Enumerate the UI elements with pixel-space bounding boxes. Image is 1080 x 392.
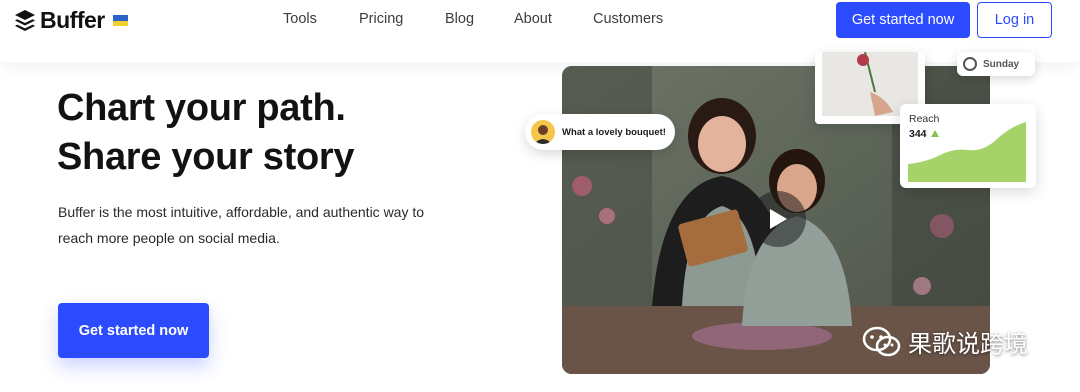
comment-bubble: What a lovely bouquet! [525,114,675,150]
schedule-day-label: Sunday [983,58,1020,70]
hero-headline: Chart your path. Share your story [57,84,355,182]
reach-area-chart [908,122,1026,182]
clock-icon [963,57,977,71]
play-button[interactable] [750,191,806,247]
wechat-icon [862,326,901,356]
schedule-day-pill: Sunday [957,52,1035,76]
comment-text: What a lovely bouquet! [562,126,666,138]
login-button[interactable]: Log in [977,2,1052,38]
headline-line-1: Chart your path. [57,87,346,129]
wechat-watermark: 果歌说跨境 [862,324,1028,359]
person-icon [534,125,552,144]
avatar [531,120,555,144]
headline-line-2: Share your story [57,136,355,178]
nav-item-customers[interactable]: Customers [593,11,663,27]
watermark-text: 果歌说跨境 [908,330,1028,358]
reach-stats-card: Reach 344 [900,104,1036,188]
play-icon [770,209,787,229]
hero-get-started-button[interactable]: Get started now [58,303,209,358]
nav-item-about[interactable]: About [514,11,552,27]
nav-item-tools[interactable]: Tools [283,11,317,27]
nav-item-pricing[interactable]: Pricing [359,11,403,27]
get-started-button[interactable]: Get started now [836,2,970,38]
hero-subtext: Buffer is the most intuitive, affordable… [58,204,425,246]
nav-item-blog[interactable]: Blog [445,11,474,27]
